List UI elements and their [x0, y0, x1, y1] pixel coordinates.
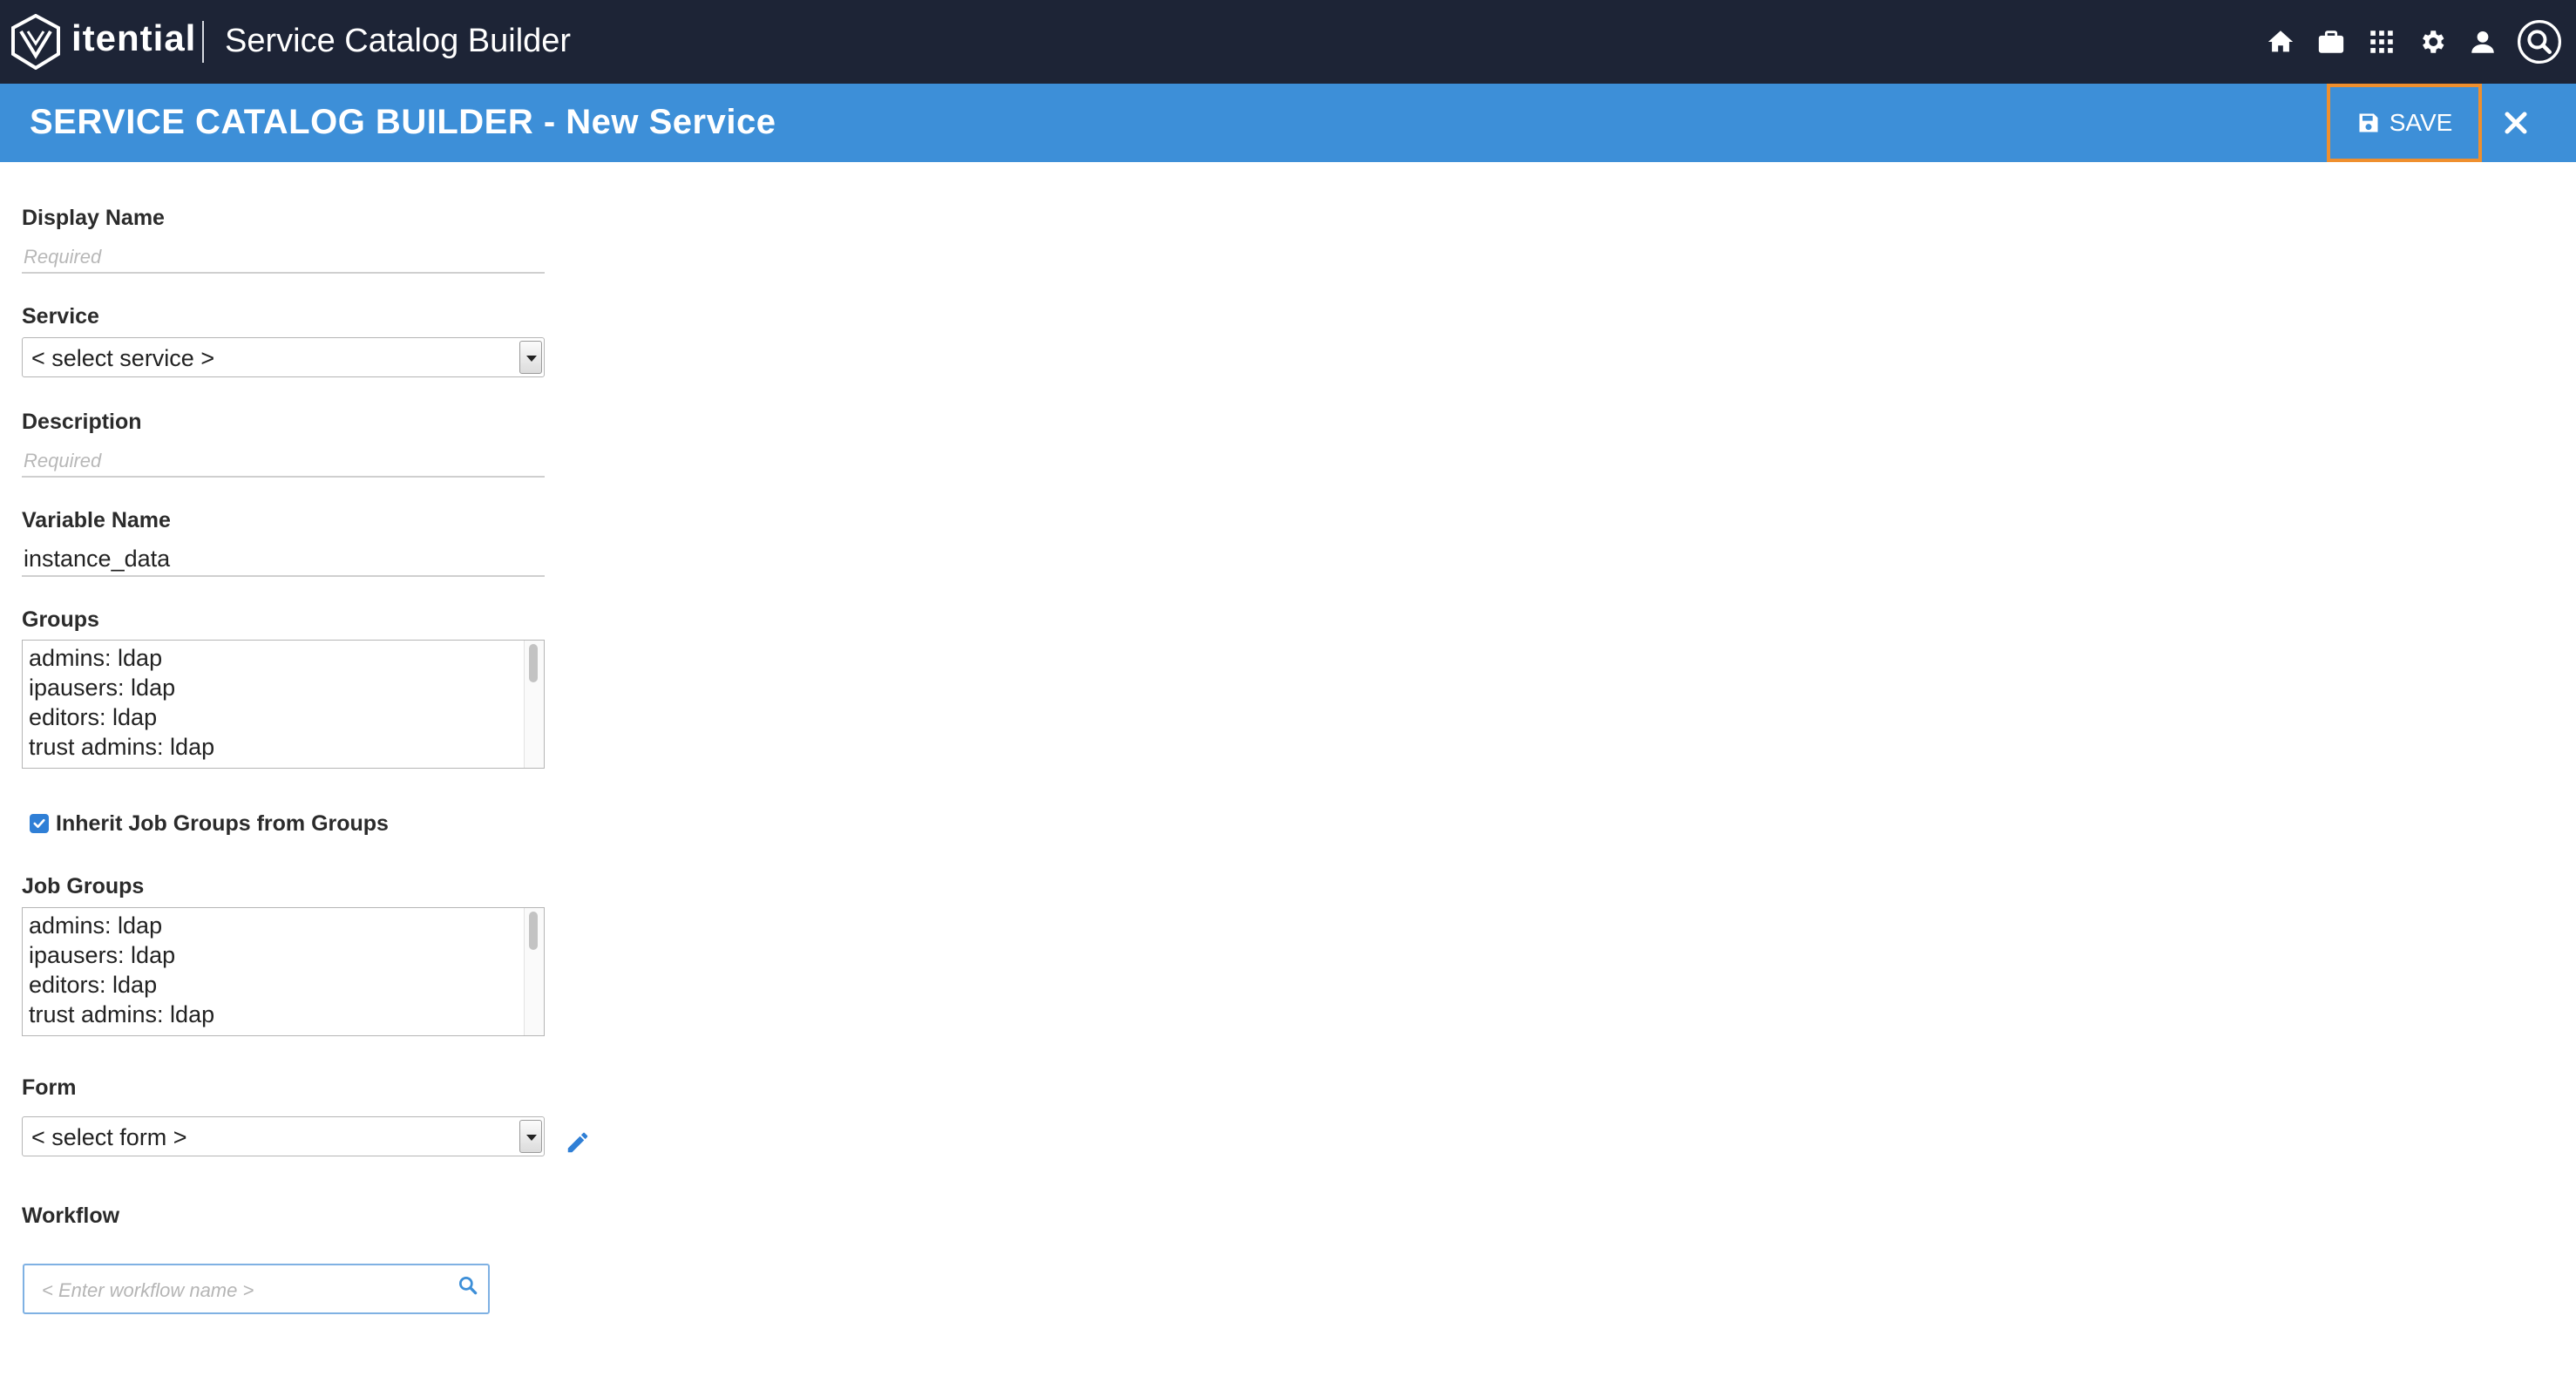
job-groups-scrollbar[interactable] — [524, 908, 544, 1035]
description-label: Description — [22, 410, 142, 434]
display-name-input[interactable] — [22, 239, 545, 274]
chevron-down-icon — [519, 341, 542, 374]
job-groups-label: Job Groups — [22, 874, 145, 898]
variable-name-label: Variable Name — [22, 508, 171, 532]
service-select-value: < select service > — [31, 345, 215, 371]
apps-grid-icon[interactable] — [2356, 17, 2407, 67]
brand-name: itential — [71, 17, 197, 58]
service-label: Service — [22, 304, 99, 329]
briefcase-icon[interactable] — [2306, 17, 2356, 67]
floppy-disk-icon — [2359, 113, 2378, 132]
list-item[interactable]: trust admins: ldap — [29, 1000, 214, 1029]
groups-label: Groups — [22, 607, 99, 632]
list-item[interactable]: editors: ldap — [29, 970, 157, 1000]
workflow-label: Workflow — [22, 1204, 120, 1228]
top-navigation-bar: itential Service Catalog Builder — [0, 0, 2576, 84]
display-name-label: Display Name — [22, 206, 165, 230]
user-icon[interactable] — [2457, 17, 2508, 67]
check-icon — [33, 818, 45, 829]
groups-scrollbar[interactable] — [524, 641, 544, 768]
nav-divider — [202, 21, 204, 63]
variable-name-input[interactable] — [22, 542, 545, 577]
gear-icon[interactable] — [2407, 17, 2457, 67]
home-icon[interactable] — [2255, 17, 2306, 67]
save-button-label: SAVE — [2389, 109, 2453, 136]
page-title-bar: SERVICE CATALOG BUILDER - New Service SA… — [0, 84, 2576, 162]
description-input[interactable] — [22, 443, 545, 478]
close-button[interactable] — [2494, 101, 2538, 145]
form-select[interactable]: < select form > — [22, 1116, 545, 1156]
list-item[interactable]: ipausers: ldap — [29, 673, 175, 702]
inherit-job-groups-checkbox[interactable] — [30, 814, 49, 833]
scrollbar-thumb[interactable] — [529, 912, 538, 950]
close-icon — [2505, 112, 2527, 134]
list-item[interactable]: admins: ldap — [29, 911, 162, 940]
form-label: Form — [22, 1075, 77, 1100]
itential-logo-icon — [10, 13, 61, 71]
app-title: Service Catalog Builder — [225, 23, 572, 59]
search-icon[interactable] — [457, 1274, 481, 1298]
pencil-edit-icon[interactable] — [565, 1129, 591, 1156]
page-title: SERVICE CATALOG BUILDER - New Service — [30, 103, 776, 141]
save-button[interactable]: SAVE — [2327, 84, 2482, 162]
list-item[interactable]: admins: ldap — [29, 643, 162, 673]
workflow-input[interactable] — [40, 1274, 453, 1307]
scrollbar-thumb[interactable] — [529, 644, 538, 682]
chevron-down-icon — [519, 1120, 542, 1153]
list-item[interactable]: ipausers: ldap — [29, 940, 175, 970]
job-groups-listbox[interactable]: admins: ldap ipausers: ldap editors: lda… — [22, 907, 545, 1036]
inherit-job-groups-label[interactable]: Inherit Job Groups from Groups — [56, 811, 389, 837]
list-item[interactable]: editors: ldap — [29, 702, 157, 732]
workflow-search-field[interactable] — [23, 1264, 490, 1314]
groups-listbox[interactable]: admins: ldap ipausers: ldap editors: lda… — [22, 640, 545, 769]
service-select[interactable]: < select service > — [22, 337, 545, 377]
form-select-value: < select form > — [31, 1124, 187, 1150]
search-icon[interactable] — [2515, 17, 2564, 66]
list-item[interactable]: trust admins: ldap — [29, 732, 214, 762]
nav-icon-group — [2255, 16, 2564, 68]
